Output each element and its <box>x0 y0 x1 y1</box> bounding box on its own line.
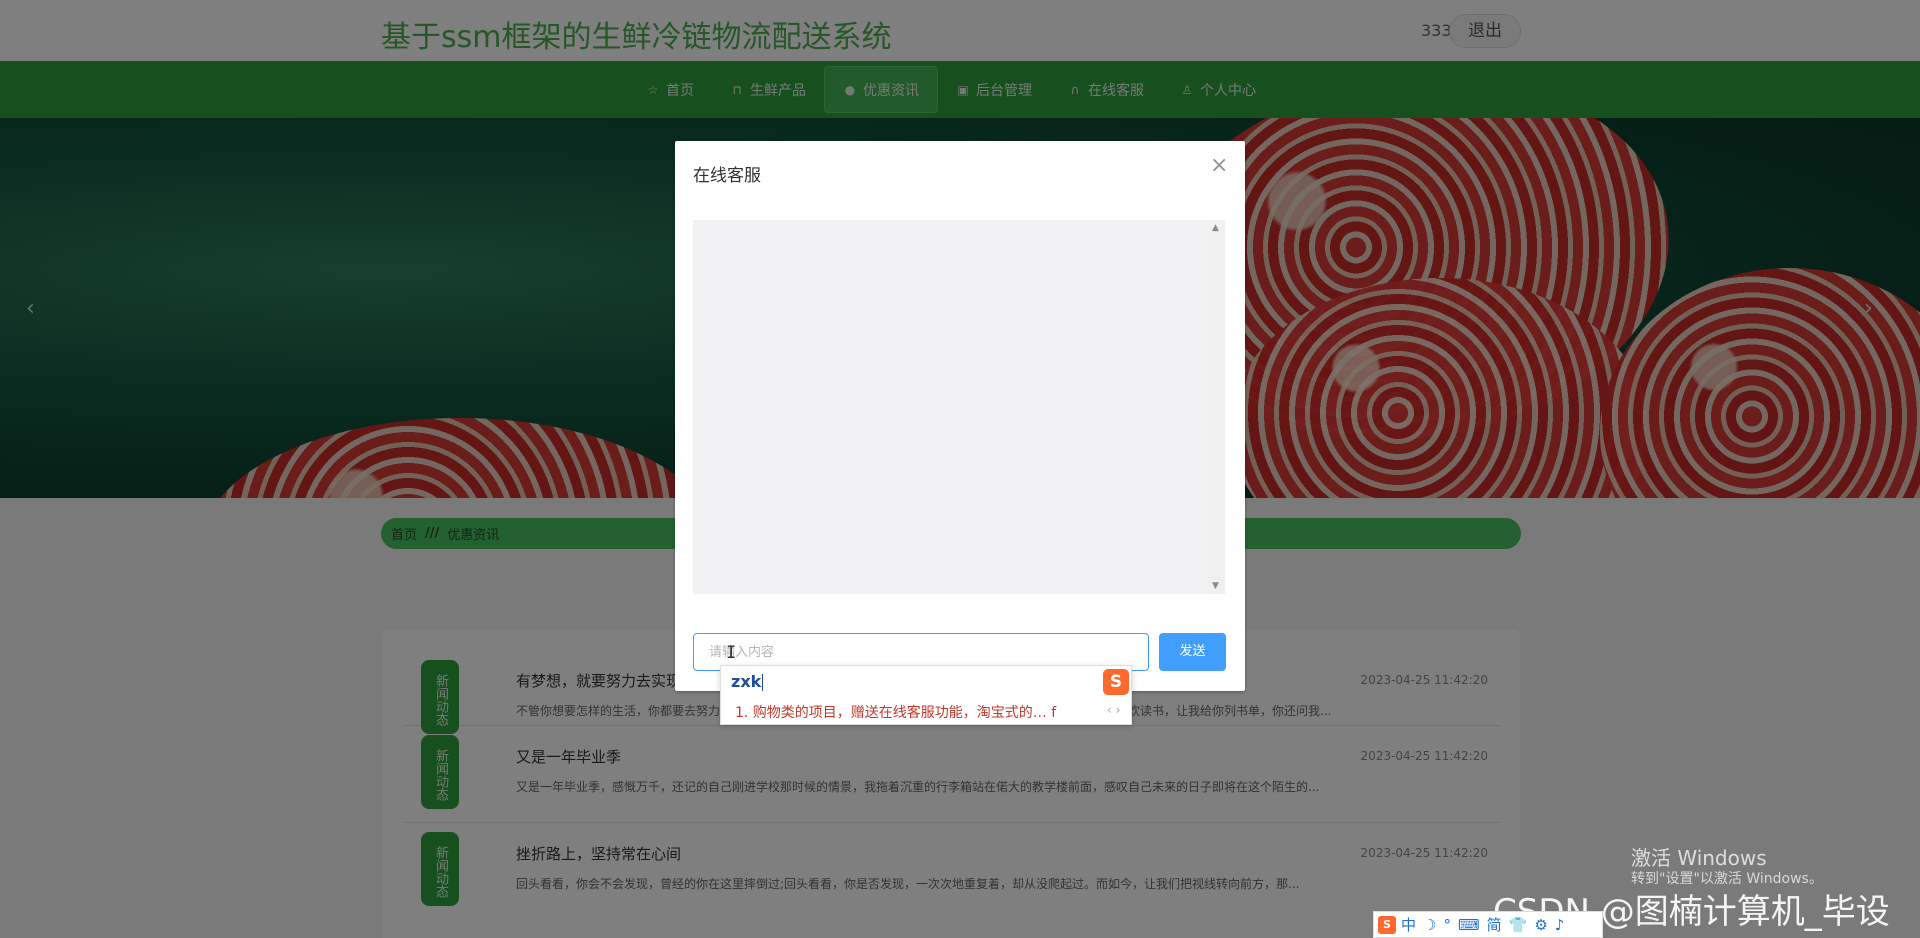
ime-composition-text: zxk <box>731 672 764 691</box>
ibeam-cursor-icon: I <box>726 643 737 663</box>
ime-settings-icon[interactable]: ⚙ <box>1534 916 1547 934</box>
chat-message-area[interactable]: ▲ ▼ <box>693 220 1225 594</box>
ime-tiktok-icon[interactable]: ♪ <box>1555 916 1565 934</box>
ime-skin-icon[interactable]: 👕 <box>1509 916 1528 934</box>
dialog-title: 在线客服 <box>693 166 761 186</box>
ime-chinese-mode-icon[interactable]: 中 <box>1401 914 1416 935</box>
scroll-up-icon[interactable]: ▲ <box>1212 223 1219 233</box>
scroll-down-icon[interactable]: ▼ <box>1212 581 1219 591</box>
ime-logo-icon[interactable]: S <box>1103 669 1129 695</box>
close-icon[interactable]: × <box>1210 155 1228 177</box>
ime-status-toolbar: S 中 ☽ ° ⌨ 简 👕 ⚙ ♪ <box>1373 911 1603 938</box>
ime-keyboard-icon[interactable]: ⌨ <box>1458 916 1480 934</box>
windows-activation-title: 激活 Windows <box>1631 846 1767 870</box>
online-support-dialog: 在线客服 × ▲ ▼ I 发送 <box>675 141 1245 691</box>
chat-scrollbar[interactable]: ▲ ▼ <box>1209 220 1225 594</box>
ime-candidate-window: zxk S 1. 购物类的项目，赠送在线客服功能，淘宝式的… f ‹ › <box>720 665 1132 725</box>
ime-page-arrows-icon[interactable]: ‹ › <box>1107 703 1120 717</box>
ime-simplified-icon[interactable]: 简 <box>1487 914 1502 935</box>
ime-logo-icon[interactable]: S <box>1378 915 1396 934</box>
send-button[interactable]: 发送 <box>1159 633 1226 671</box>
ime-halfwidth-icon[interactable]: ☽ <box>1423 916 1436 934</box>
ime-punctuation-icon[interactable]: ° <box>1443 916 1451 934</box>
ime-candidate-item[interactable]: 1. 购物类的项目，赠送在线客服功能，淘宝式的… f <box>735 702 1056 722</box>
